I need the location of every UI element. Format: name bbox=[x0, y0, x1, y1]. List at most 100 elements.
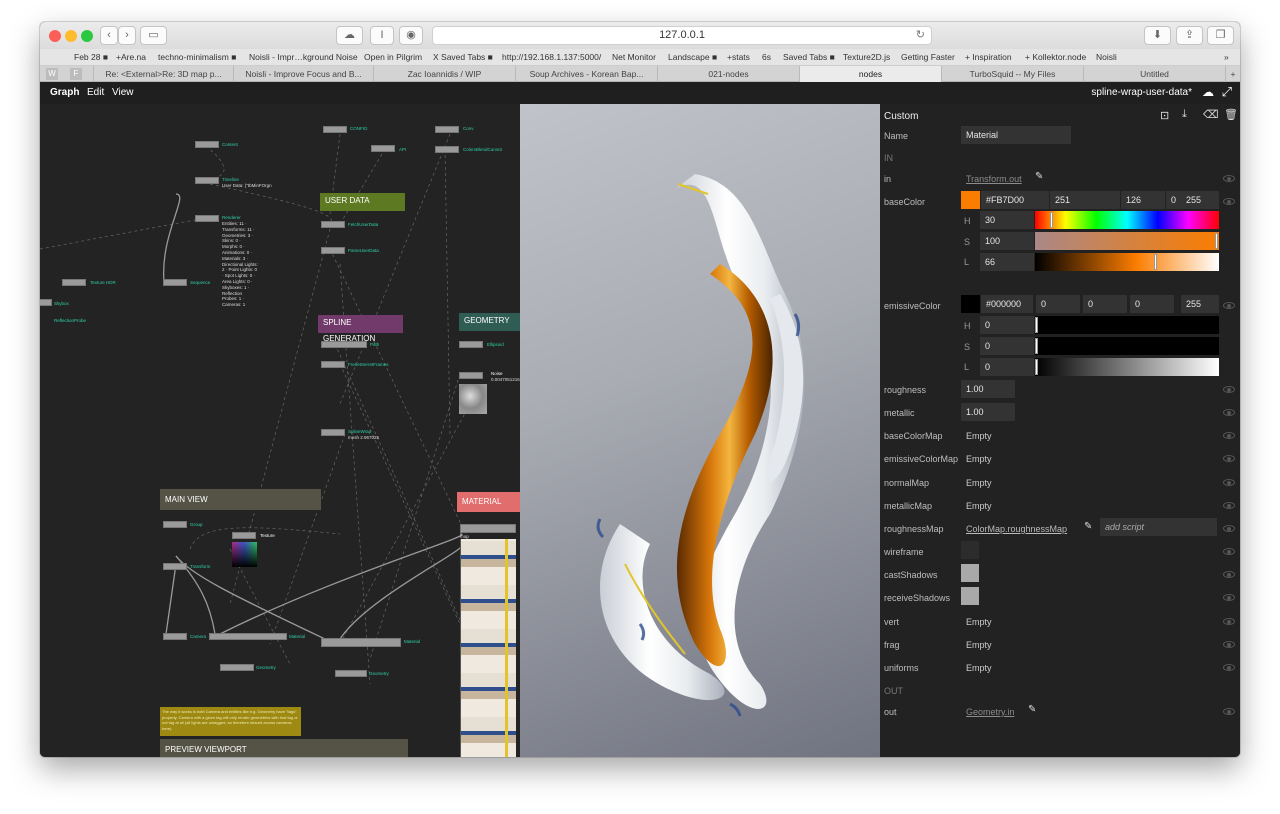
favorite-item[interactable]: http://192.168.1.137:5000/ bbox=[502, 52, 601, 62]
emissivecolor-h-input[interactable]: 0 bbox=[980, 316, 1034, 334]
graph-node[interactable] bbox=[220, 664, 254, 671]
node-graph-editor[interactable]: Content Timeline User Data: {"tbMinFOrgn… bbox=[40, 104, 520, 757]
favorite-item[interactable]: Landscape ■ bbox=[668, 52, 717, 62]
minimize-icon[interactable] bbox=[65, 30, 77, 42]
favorite-item[interactable]: Feb 28 ■ bbox=[74, 52, 108, 62]
name-input[interactable]: Material bbox=[961, 126, 1071, 144]
basecolor-h-input[interactable]: 30 bbox=[980, 211, 1034, 229]
eye-icon[interactable] bbox=[1223, 175, 1235, 182]
favorite-item[interactable]: Net Monitor bbox=[612, 52, 656, 62]
graph-node[interactable] bbox=[321, 638, 401, 647]
basecolor-a-input[interactable]: 255 bbox=[1181, 191, 1219, 209]
emissivecolor-r-input[interactable]: 0 bbox=[1036, 295, 1080, 313]
browser-tab[interactable]: TurboSquid -- My Files bbox=[941, 66, 1083, 82]
menu-view[interactable]: View bbox=[112, 87, 134, 98]
menu-edit[interactable]: Edit bbox=[87, 87, 104, 98]
favorite-item[interactable]: Noisli - Impr…kground Noise bbox=[249, 52, 358, 62]
castshadows-checkbox[interactable] bbox=[961, 564, 979, 582]
graph-node[interactable] bbox=[435, 146, 459, 153]
graph-node[interactable] bbox=[163, 279, 187, 286]
emissivecolor-g-input[interactable]: 0 bbox=[1083, 295, 1127, 313]
slider-handle[interactable] bbox=[1035, 359, 1038, 375]
eye-icon[interactable] bbox=[1223, 548, 1235, 555]
browser-tab-active[interactable]: nodes bbox=[799, 66, 941, 82]
eye-icon[interactable] bbox=[1223, 618, 1235, 625]
favorite-item[interactable]: +Are.na bbox=[116, 52, 146, 62]
eye-icon[interactable] bbox=[1223, 409, 1235, 416]
graph-node[interactable] bbox=[163, 633, 187, 640]
group-preview-viewport[interactable]: PREVIEW VIEWPORT bbox=[160, 739, 408, 757]
graph-node[interactable] bbox=[40, 299, 52, 306]
favorite-item[interactable]: Open in Pilgrim bbox=[364, 52, 422, 62]
favorites-more-icon[interactable]: » bbox=[1224, 52, 1229, 62]
eraser-icon[interactable]: ⌫ bbox=[1203, 108, 1219, 121]
graph-node[interactable] bbox=[323, 126, 347, 133]
address-bar[interactable]: 127.0.0.1 ↻ bbox=[432, 26, 932, 45]
favorite-item[interactable]: Noisli bbox=[1096, 52, 1117, 62]
favorite-item[interactable]: Saved Tabs ■ bbox=[783, 52, 835, 62]
downloads-icon[interactable]: ⬇ bbox=[1144, 26, 1171, 45]
emissivecolor-swatch[interactable] bbox=[961, 295, 980, 313]
browser-tab[interactable]: Zac Ioannidis / WIP bbox=[373, 66, 515, 82]
favorite-item[interactable]: + Inspiration bbox=[965, 52, 1012, 62]
graph-node[interactable] bbox=[435, 126, 459, 133]
sidebar-icon[interactable]: ▭ bbox=[140, 26, 167, 45]
basecolor-s-input[interactable]: 100 bbox=[980, 232, 1034, 250]
eye-icon[interactable] bbox=[1223, 198, 1235, 205]
back-button[interactable]: ‹ bbox=[100, 26, 118, 45]
new-tab-button[interactable]: + bbox=[1225, 66, 1240, 82]
group-user-data[interactable]: USER DATA bbox=[320, 193, 405, 211]
slider-handle[interactable] bbox=[1215, 233, 1218, 249]
disconnect-icon[interactable]: ✎ bbox=[1035, 171, 1043, 182]
favorite-item[interactable]: + Kollektor.node bbox=[1025, 52, 1086, 62]
browser-tab[interactable]: Untitled bbox=[1083, 66, 1225, 82]
basecolor-g-input[interactable]: 126 bbox=[1121, 191, 1165, 209]
favorite-item[interactable]: Getting Faster bbox=[901, 52, 955, 62]
receiveshadows-checkbox[interactable] bbox=[961, 587, 979, 605]
eye-icon[interactable] bbox=[1223, 664, 1235, 671]
cloud-icon[interactable]: ☁ bbox=[1202, 85, 1214, 99]
graph-node[interactable] bbox=[459, 341, 483, 348]
emissivecolor-hue-slider[interactable] bbox=[1035, 316, 1219, 334]
graph-node[interactable] bbox=[321, 429, 345, 436]
roughnessmap-link[interactable]: ColorMap.roughnessMap bbox=[966, 524, 1067, 534]
graph-node[interactable] bbox=[460, 524, 516, 533]
eye-icon[interactable] bbox=[1223, 571, 1235, 578]
out-link[interactable]: Geometry.in bbox=[966, 707, 1014, 717]
zoom-icon[interactable] bbox=[81, 30, 93, 42]
emissivecolor-l-input[interactable]: 0 bbox=[980, 358, 1034, 376]
menu-graph[interactable]: Graph bbox=[50, 87, 79, 98]
cloud-icon[interactable]: ☁ bbox=[336, 26, 363, 45]
slider-handle[interactable] bbox=[1035, 317, 1038, 333]
graph-node[interactable] bbox=[335, 670, 367, 677]
browser-tab[interactable]: Re: <External>Re: 3D map p... bbox=[93, 66, 233, 82]
favorite-item[interactable]: X Saved Tabs ■ bbox=[433, 52, 493, 62]
graph-node[interactable] bbox=[371, 145, 395, 152]
eye-icon[interactable] bbox=[1223, 479, 1235, 486]
graph-node[interactable] bbox=[163, 563, 187, 570]
eye-icon[interactable] bbox=[1223, 525, 1235, 532]
download-icon[interactable]: ⤓ bbox=[1182, 108, 1187, 121]
browser-tab[interactable]: Soup Archives - Korean Bap... bbox=[515, 66, 657, 82]
group-geometry[interactable]: GEOMETRY bbox=[459, 313, 520, 331]
eye-icon[interactable] bbox=[1223, 708, 1235, 715]
trash-icon[interactable]: 🗑 bbox=[1224, 108, 1238, 121]
emissivecolor-saturation-slider[interactable] bbox=[1035, 337, 1219, 355]
basecolor-l-input[interactable]: 66 bbox=[980, 253, 1034, 271]
add-script-input[interactable]: add script bbox=[1100, 518, 1217, 536]
favorite-item[interactable]: +stats bbox=[727, 52, 750, 62]
emissivecolor-s-input[interactable]: 0 bbox=[980, 337, 1034, 355]
group-material[interactable]: MATERIAL bbox=[457, 492, 520, 512]
emissivecolor-a-input[interactable]: 255 bbox=[1181, 295, 1219, 313]
graph-node[interactable] bbox=[321, 221, 345, 228]
pinned-tab[interactable]: W bbox=[46, 68, 58, 80]
eye-icon[interactable] bbox=[1223, 641, 1235, 648]
reader-icon[interactable]: I bbox=[370, 26, 394, 45]
eye-icon[interactable] bbox=[1223, 432, 1235, 439]
basecolor-r-input[interactable]: 251 bbox=[1050, 191, 1120, 209]
favorite-item[interactable]: 6s bbox=[762, 52, 771, 62]
basecolor-hue-slider[interactable] bbox=[1035, 211, 1219, 229]
graph-node[interactable] bbox=[195, 215, 219, 222]
favorite-item[interactable]: Texture2D.js bbox=[843, 52, 890, 62]
eye-icon[interactable] bbox=[1223, 386, 1235, 393]
